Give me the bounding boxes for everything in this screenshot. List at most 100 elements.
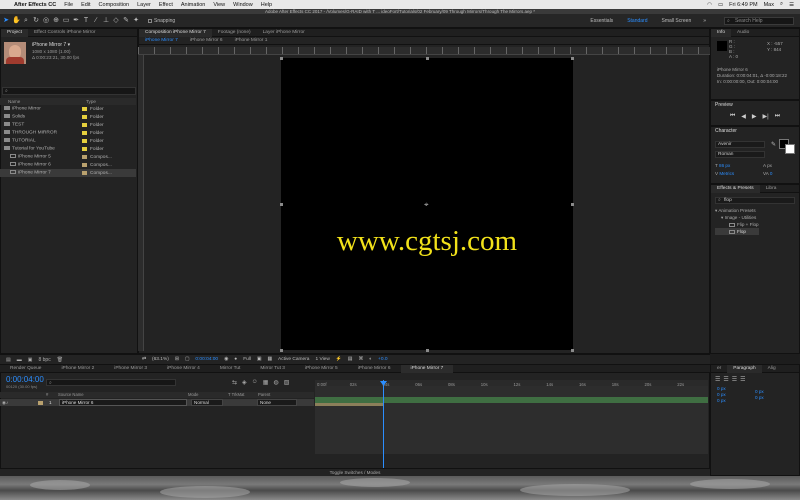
spotlight-icon[interactable]: ⌕ [780,1,783,8]
trash-icon[interactable]: 🗑 [57,357,63,363]
bbox-handle[interactable] [280,349,283,352]
space-after[interactable]: 0 px [755,395,764,401]
graph-editor-icon[interactable]: ▧ [284,379,290,386]
label-color-swatch[interactable] [82,115,87,119]
timeline-tab[interactable]: Mirror Tut [210,365,251,373]
selected-item-name[interactable]: iPhone Mirror 7 ▾ [32,42,70,48]
workspace-menu-icon[interactable]: » [703,18,706,24]
roto-tool-icon[interactable]: ✎ [122,17,130,25]
always-preview-icon[interactable]: ⇄ [142,357,146,362]
col-parent[interactable]: Parent [258,392,270,398]
rotate-tool-icon[interactable]: ↻ [32,17,40,25]
tab-audio[interactable]: Audio [731,29,755,37]
timeline-tab[interactable]: iPhone Mirror 2 [51,365,104,373]
snapshot-icon[interactable]: ◉ [224,357,228,362]
tab-effect-controls[interactable]: Effect Controls iPhone Mirror [28,29,102,37]
viewer-timecode[interactable]: 0:00:04:00 [195,357,218,362]
pen-tool-icon[interactable]: ✒ [72,17,80,25]
project-item[interactable]: THROUGH MIRROR Folder [0,129,136,137]
motion-blur-icon[interactable]: ◍ [273,379,278,386]
roi-icon[interactable]: ▣ [257,357,262,362]
next-frame-icon[interactable]: ▶| [763,113,769,120]
parent-dropdown[interactable]: None [257,399,297,406]
exposure-icon[interactable]: ◐ [369,357,372,362]
align-center-icon[interactable]: ☰ [723,376,728,383]
puppet-tool-icon[interactable]: ✦ [132,17,140,25]
project-item[interactable]: TEST Folder [0,121,136,129]
timeline-tab[interactable]: iPhone Mirror 5 [295,365,348,373]
project-item[interactable]: iPhone Mirror Folder [0,105,136,113]
channel-icon[interactable]: ● [234,357,237,362]
menu-composition[interactable]: Composition [95,2,134,8]
tab-project[interactable]: Project [1,28,28,37]
tab-footage[interactable]: Footage (none) [212,29,257,37]
tab-paragraph[interactable]: Paragraph [727,364,762,373]
hand-tool-icon[interactable]: ✋ [12,17,21,25]
col-trkmat[interactable]: T TrkMat [228,392,258,398]
flowchart-icon[interactable]: ⌘ [358,357,363,362]
menubar-clock[interactable]: Fri 6:49 PM [729,2,757,8]
font-size-field[interactable]: T 86 px [715,163,730,168]
stroke-color-swatch[interactable] [785,144,795,154]
subtab-mirror-6[interactable]: iPhone Mirror 6 [184,37,229,45]
resolution-dropdown[interactable]: Full [243,357,251,362]
layer-row[interactable]: ◉ ♪ 1 iPhone Mirror 6 Normal None [0,399,314,406]
bbox-handle[interactable] [571,203,574,206]
zoom-tool-icon[interactable]: ⌕ [22,17,30,25]
project-item[interactable]: iPhone Mirror 5 Compos... [0,153,136,161]
project-item[interactable]: iPhone Mirror 6 Compos... [0,161,136,169]
timeline-tab[interactable]: Render Queue [0,365,51,373]
tab-align[interactable]: Alig [762,365,782,373]
stamp-tool-icon[interactable]: ⊥ [102,17,110,25]
layer-duration-bar-segment[interactable] [315,403,383,406]
menu-edit[interactable]: Edit [77,2,94,8]
label-color-swatch[interactable] [82,107,87,111]
battery-icon[interactable]: ▭ [718,2,723,8]
menu-animation[interactable]: Animation [177,2,209,8]
timeline-icon[interactable]: ▤ [348,357,353,362]
toggle-switches-modes[interactable]: Toggle Switches / Modes [0,468,710,476]
kerning-value[interactable]: Metrics [719,171,734,176]
align-left-icon[interactable]: ☰ [715,376,720,383]
label-color-swatch[interactable] [82,155,87,159]
transparency-grid-icon[interactable]: ▦ [267,357,272,362]
playhead-line[interactable] [383,380,384,476]
bbox-handle[interactable] [280,203,283,206]
mask-icon[interactable]: ▢ [185,357,190,362]
workspace-standard[interactable]: Standard [627,18,647,24]
col-mode[interactable]: Mode [188,392,228,398]
app-menu[interactable]: After Effects CC [10,2,60,8]
tab-tracker[interactable]: er [711,365,727,373]
tree-animation-presets[interactable]: ▾ Animation Presets [715,207,759,214]
label-color-swatch[interactable] [82,139,87,143]
col-name[interactable]: Name [0,98,86,105]
workspace-essentials[interactable]: Essentials [590,18,613,24]
wifi-icon[interactable]: ◠ [707,2,712,8]
camera-tool-icon[interactable]: ◎ [42,17,50,25]
menu-help[interactable]: Help [257,2,276,8]
leading-value[interactable]: px [767,163,772,168]
eyedropper-icon[interactable]: ✎ [771,141,776,148]
timeline-tab[interactable]: iPhone Mirror 4 [157,365,210,373]
menu-view[interactable]: View [209,2,229,8]
menu-file[interactable]: File [60,2,77,8]
tab-info[interactable]: Info [711,28,732,37]
tracking-value[interactable]: 0 [770,171,773,176]
project-item[interactable]: Tutorial for YouTube Folder [0,145,136,153]
timeline-search-input[interactable]: ⌕ [46,379,176,386]
subtab-mirror-7[interactable]: iPhone Mirror 7 [139,37,184,45]
layer-mode-dropdown[interactable]: Normal [191,399,223,406]
tab-effects-presets[interactable]: Effects & Presets [711,184,760,193]
shy-icon[interactable]: ☺ [252,379,258,386]
bbox-handle[interactable] [571,349,574,352]
effects-search-input[interactable]: ⌕ flop [715,197,795,204]
menu-effect[interactable]: Effect [155,2,177,8]
timeline-tab[interactable]: Mirror Tut 3 [250,365,295,373]
camera-dropdown[interactable]: Active Camera [278,357,309,362]
justify-icon[interactable]: ☰ [740,376,745,383]
play-icon[interactable]: ▶ [752,113,757,120]
new-comp-icon[interactable]: ▣ [28,357,33,363]
bbox-handle[interactable] [280,57,283,60]
tree-flop[interactable]: Flop [715,228,759,235]
bbox-handle[interactable] [571,57,574,60]
